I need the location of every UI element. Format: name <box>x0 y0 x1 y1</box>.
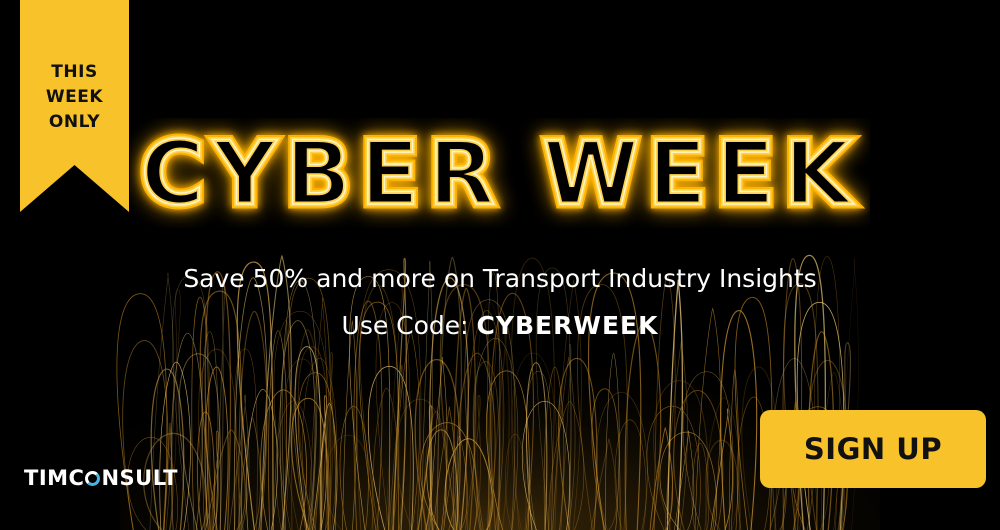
ribbon-text: THIS WEEK ONLY <box>20 60 129 135</box>
cyber-week-banner[interactable]: THIS WEEK ONLY CYBER WEEK CYBER WEEK CYB… <box>0 0 1000 530</box>
cyber-week-headline: CYBER WEEK CYBER WEEK CYBER WEEK <box>136 118 859 228</box>
ribbon-line: THIS <box>51 62 98 82</box>
headline-core: CYBER WEEK <box>140 122 859 225</box>
promo-code-line: Use Code: CYBERWEEK <box>0 306 1000 346</box>
ribbon-line: ONLY <box>48 112 101 132</box>
sign-up-button[interactable]: SIGN UP <box>760 410 986 488</box>
timconsult-logo: TIMC NSULT <box>24 466 178 490</box>
logo-text-right: NSULT <box>101 466 178 490</box>
offer-subline: Save 50% and more on Transport Industry … <box>183 264 817 293</box>
logo-ring-icon <box>85 470 101 486</box>
promo-code-prefix: Use Code: <box>341 311 477 340</box>
ribbon-line: WEEK <box>45 87 104 107</box>
promo-code: CYBERWEEK <box>476 311 659 340</box>
logo-text-left: TIMC <box>24 466 85 490</box>
